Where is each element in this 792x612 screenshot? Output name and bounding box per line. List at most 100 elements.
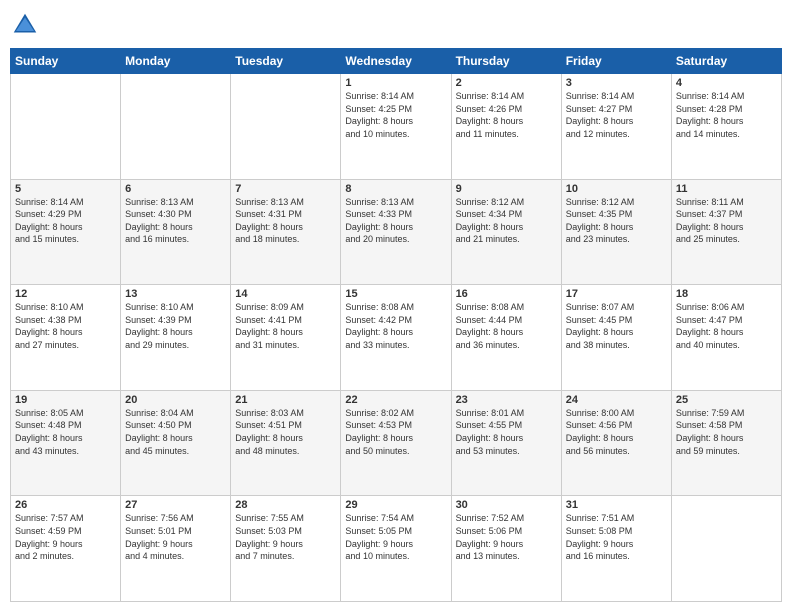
calendar-cell: 28Sunrise: 7:55 AM Sunset: 5:03 PM Dayli… bbox=[231, 496, 341, 602]
day-info: Sunrise: 8:13 AM Sunset: 4:31 PM Dayligh… bbox=[235, 196, 336, 246]
weekday-row: Sunday Monday Tuesday Wednesday Thursday… bbox=[11, 49, 782, 74]
weekday-mon: Monday bbox=[121, 49, 231, 74]
calendar-table: Sunday Monday Tuesday Wednesday Thursday… bbox=[10, 48, 782, 602]
day-number: 25 bbox=[676, 394, 777, 406]
calendar-cell: 30Sunrise: 7:52 AM Sunset: 5:06 PM Dayli… bbox=[451, 496, 561, 602]
day-number: 18 bbox=[676, 288, 777, 300]
calendar-cell: 26Sunrise: 7:57 AM Sunset: 4:59 PM Dayli… bbox=[11, 496, 121, 602]
calendar-cell: 2Sunrise: 8:14 AM Sunset: 4:26 PM Daylig… bbox=[451, 74, 561, 180]
day-info: Sunrise: 7:52 AM Sunset: 5:06 PM Dayligh… bbox=[456, 512, 557, 562]
day-info: Sunrise: 7:56 AM Sunset: 5:01 PM Dayligh… bbox=[125, 512, 226, 562]
weekday-sun: Sunday bbox=[11, 49, 121, 74]
day-number: 28 bbox=[235, 499, 336, 511]
header bbox=[10, 10, 782, 40]
day-number: 29 bbox=[345, 499, 446, 511]
calendar-cell: 21Sunrise: 8:03 AM Sunset: 4:51 PM Dayli… bbox=[231, 390, 341, 496]
day-info: Sunrise: 8:08 AM Sunset: 4:42 PM Dayligh… bbox=[345, 301, 446, 351]
calendar-cell: 7Sunrise: 8:13 AM Sunset: 4:31 PM Daylig… bbox=[231, 179, 341, 285]
day-info: Sunrise: 8:01 AM Sunset: 4:55 PM Dayligh… bbox=[456, 407, 557, 457]
calendar-cell bbox=[671, 496, 781, 602]
day-number: 24 bbox=[566, 394, 667, 406]
weekday-tue: Tuesday bbox=[231, 49, 341, 74]
calendar-cell: 3Sunrise: 8:14 AM Sunset: 4:27 PM Daylig… bbox=[561, 74, 671, 180]
day-info: Sunrise: 7:57 AM Sunset: 4:59 PM Dayligh… bbox=[15, 512, 116, 562]
day-number: 12 bbox=[15, 288, 116, 300]
calendar-cell: 12Sunrise: 8:10 AM Sunset: 4:38 PM Dayli… bbox=[11, 285, 121, 391]
day-info: Sunrise: 8:14 AM Sunset: 4:26 PM Dayligh… bbox=[456, 90, 557, 140]
calendar-cell: 5Sunrise: 8:14 AM Sunset: 4:29 PM Daylig… bbox=[11, 179, 121, 285]
calendar-cell: 23Sunrise: 8:01 AM Sunset: 4:55 PM Dayli… bbox=[451, 390, 561, 496]
day-info: Sunrise: 8:12 AM Sunset: 4:34 PM Dayligh… bbox=[456, 196, 557, 246]
day-number: 8 bbox=[345, 183, 446, 195]
calendar-cell: 9Sunrise: 8:12 AM Sunset: 4:34 PM Daylig… bbox=[451, 179, 561, 285]
day-number: 9 bbox=[456, 183, 557, 195]
calendar-cell: 11Sunrise: 8:11 AM Sunset: 4:37 PM Dayli… bbox=[671, 179, 781, 285]
day-info: Sunrise: 8:03 AM Sunset: 4:51 PM Dayligh… bbox=[235, 407, 336, 457]
calendar-cell: 22Sunrise: 8:02 AM Sunset: 4:53 PM Dayli… bbox=[341, 390, 451, 496]
day-info: Sunrise: 8:12 AM Sunset: 4:35 PM Dayligh… bbox=[566, 196, 667, 246]
day-info: Sunrise: 8:14 AM Sunset: 4:29 PM Dayligh… bbox=[15, 196, 116, 246]
calendar-cell: 24Sunrise: 8:00 AM Sunset: 4:56 PM Dayli… bbox=[561, 390, 671, 496]
day-number: 4 bbox=[676, 77, 777, 89]
day-info: Sunrise: 8:00 AM Sunset: 4:56 PM Dayligh… bbox=[566, 407, 667, 457]
calendar-cell: 31Sunrise: 7:51 AM Sunset: 5:08 PM Dayli… bbox=[561, 496, 671, 602]
calendar-cell bbox=[231, 74, 341, 180]
calendar-cell: 6Sunrise: 8:13 AM Sunset: 4:30 PM Daylig… bbox=[121, 179, 231, 285]
calendar-cell: 16Sunrise: 8:08 AM Sunset: 4:44 PM Dayli… bbox=[451, 285, 561, 391]
day-number: 27 bbox=[125, 499, 226, 511]
calendar-cell bbox=[121, 74, 231, 180]
day-info: Sunrise: 8:14 AM Sunset: 4:27 PM Dayligh… bbox=[566, 90, 667, 140]
day-info: Sunrise: 8:11 AM Sunset: 4:37 PM Dayligh… bbox=[676, 196, 777, 246]
calendar-cell: 8Sunrise: 8:13 AM Sunset: 4:33 PM Daylig… bbox=[341, 179, 451, 285]
day-info: Sunrise: 8:09 AM Sunset: 4:41 PM Dayligh… bbox=[235, 301, 336, 351]
calendar-cell: 27Sunrise: 7:56 AM Sunset: 5:01 PM Dayli… bbox=[121, 496, 231, 602]
calendar-body: 1Sunrise: 8:14 AM Sunset: 4:25 PM Daylig… bbox=[11, 74, 782, 602]
calendar-week-4: 26Sunrise: 7:57 AM Sunset: 4:59 PM Dayli… bbox=[11, 496, 782, 602]
day-number: 2 bbox=[456, 77, 557, 89]
day-info: Sunrise: 8:04 AM Sunset: 4:50 PM Dayligh… bbox=[125, 407, 226, 457]
day-number: 15 bbox=[345, 288, 446, 300]
day-info: Sunrise: 7:51 AM Sunset: 5:08 PM Dayligh… bbox=[566, 512, 667, 562]
weekday-sat: Saturday bbox=[671, 49, 781, 74]
page: Sunday Monday Tuesday Wednesday Thursday… bbox=[0, 0, 792, 612]
day-number: 30 bbox=[456, 499, 557, 511]
day-info: Sunrise: 8:05 AM Sunset: 4:48 PM Dayligh… bbox=[15, 407, 116, 457]
calendar-cell: 4Sunrise: 8:14 AM Sunset: 4:28 PM Daylig… bbox=[671, 74, 781, 180]
logo-icon bbox=[10, 10, 40, 40]
calendar-cell: 29Sunrise: 7:54 AM Sunset: 5:05 PM Dayli… bbox=[341, 496, 451, 602]
day-info: Sunrise: 8:14 AM Sunset: 4:28 PM Dayligh… bbox=[676, 90, 777, 140]
calendar-cell: 15Sunrise: 8:08 AM Sunset: 4:42 PM Dayli… bbox=[341, 285, 451, 391]
calendar-cell: 10Sunrise: 8:12 AM Sunset: 4:35 PM Dayli… bbox=[561, 179, 671, 285]
day-number: 17 bbox=[566, 288, 667, 300]
day-number: 10 bbox=[566, 183, 667, 195]
calendar-cell: 18Sunrise: 8:06 AM Sunset: 4:47 PM Dayli… bbox=[671, 285, 781, 391]
day-number: 31 bbox=[566, 499, 667, 511]
day-number: 20 bbox=[125, 394, 226, 406]
calendar-cell: 25Sunrise: 7:59 AM Sunset: 4:58 PM Dayli… bbox=[671, 390, 781, 496]
day-info: Sunrise: 8:06 AM Sunset: 4:47 PM Dayligh… bbox=[676, 301, 777, 351]
day-info: Sunrise: 8:10 AM Sunset: 4:39 PM Dayligh… bbox=[125, 301, 226, 351]
day-number: 19 bbox=[15, 394, 116, 406]
weekday-wed: Wednesday bbox=[341, 49, 451, 74]
day-info: Sunrise: 7:55 AM Sunset: 5:03 PM Dayligh… bbox=[235, 512, 336, 562]
day-number: 21 bbox=[235, 394, 336, 406]
day-number: 1 bbox=[345, 77, 446, 89]
calendar-cell: 20Sunrise: 8:04 AM Sunset: 4:50 PM Dayli… bbox=[121, 390, 231, 496]
day-number: 11 bbox=[676, 183, 777, 195]
calendar-header: Sunday Monday Tuesday Wednesday Thursday… bbox=[11, 49, 782, 74]
day-info: Sunrise: 8:14 AM Sunset: 4:25 PM Dayligh… bbox=[345, 90, 446, 140]
day-number: 5 bbox=[15, 183, 116, 195]
calendar-week-3: 19Sunrise: 8:05 AM Sunset: 4:48 PM Dayli… bbox=[11, 390, 782, 496]
day-info: Sunrise: 8:10 AM Sunset: 4:38 PM Dayligh… bbox=[15, 301, 116, 351]
day-info: Sunrise: 7:59 AM Sunset: 4:58 PM Dayligh… bbox=[676, 407, 777, 457]
day-number: 23 bbox=[456, 394, 557, 406]
day-info: Sunrise: 8:13 AM Sunset: 4:30 PM Dayligh… bbox=[125, 196, 226, 246]
calendar-week-1: 5Sunrise: 8:14 AM Sunset: 4:29 PM Daylig… bbox=[11, 179, 782, 285]
day-number: 3 bbox=[566, 77, 667, 89]
calendar-cell: 17Sunrise: 8:07 AM Sunset: 4:45 PM Dayli… bbox=[561, 285, 671, 391]
logo bbox=[10, 10, 44, 40]
day-info: Sunrise: 8:08 AM Sunset: 4:44 PM Dayligh… bbox=[456, 301, 557, 351]
day-number: 16 bbox=[456, 288, 557, 300]
calendar-week-0: 1Sunrise: 8:14 AM Sunset: 4:25 PM Daylig… bbox=[11, 74, 782, 180]
calendar-cell: 1Sunrise: 8:14 AM Sunset: 4:25 PM Daylig… bbox=[341, 74, 451, 180]
